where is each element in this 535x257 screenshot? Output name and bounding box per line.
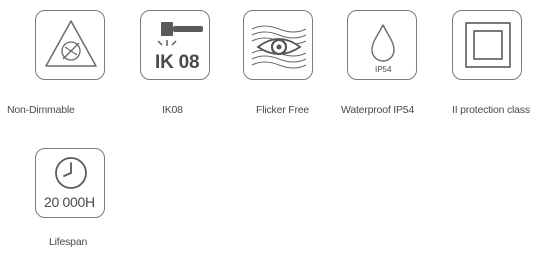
protection-class-caption: II protection class bbox=[452, 104, 530, 116]
flicker-free-tile bbox=[243, 10, 313, 80]
lifespan-caption: Lifespan bbox=[49, 236, 88, 248]
waterproof-tile: IP54 bbox=[347, 10, 417, 80]
ik08-tile: IK 08 bbox=[140, 10, 210, 80]
protection-class-tile bbox=[452, 10, 522, 80]
flicker-free-eye-icon bbox=[251, 25, 307, 69]
lifespan-badge: 20 000H bbox=[44, 194, 95, 210]
non-dimmable-caption: Non-Dimmable bbox=[7, 104, 75, 116]
non-dimmable-icon bbox=[45, 20, 97, 67]
non-dimmable-tile bbox=[35, 10, 105, 80]
lifespan-tile: 20 000H bbox=[35, 148, 105, 218]
ik08-badge: IK 08 bbox=[155, 52, 200, 73]
waterproof-caption: Waterproof IP54 bbox=[341, 104, 415, 116]
double-square-icon bbox=[465, 22, 511, 68]
waterproof-badge: IP54 bbox=[375, 65, 392, 74]
